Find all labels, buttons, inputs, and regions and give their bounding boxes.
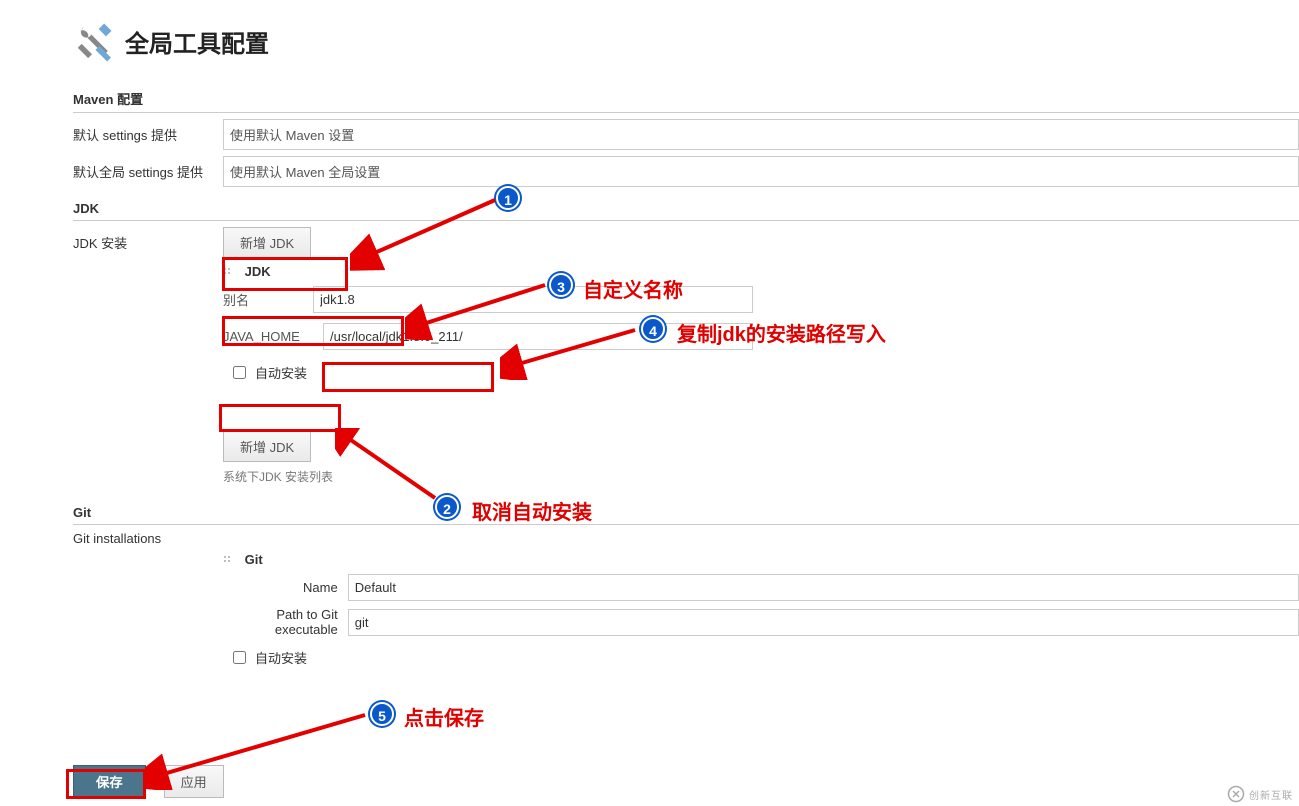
badge-1: 1	[496, 186, 520, 210]
git-installations-label: Git installations	[73, 531, 223, 546]
drag-handle-icon[interactable]	[223, 265, 233, 280]
badge-2: 2	[435, 495, 459, 519]
watermark: 创新互联	[1227, 785, 1293, 803]
section-maven-header: Maven 配置	[73, 85, 1299, 113]
maven-global-settings-label: 默认全局 settings 提供	[73, 162, 223, 181]
annot-box-auto-install	[219, 404, 341, 432]
badge-4: 4	[641, 317, 665, 341]
git-path-label: Path to Git executable	[223, 607, 348, 637]
annot-text-2: 取消自动安装	[472, 496, 592, 525]
save-button[interactable]: 保存	[73, 765, 146, 798]
git-path-input[interactable]	[348, 609, 1299, 636]
annot-text-5: 点击保存	[404, 702, 484, 731]
git-name-label: Name	[223, 580, 348, 595]
annot-text-3: 自定义名称	[583, 274, 683, 303]
jdk-list-hint: 系统下JDK 安装列表	[223, 468, 1299, 485]
git-entry-title: Git	[241, 552, 263, 567]
jdk-alias-label: 别名	[223, 290, 313, 309]
java-home-label: JAVA_HOME	[223, 329, 323, 344]
add-jdk-button-top[interactable]: 新增 JDK	[223, 227, 311, 258]
badge-3: 3	[549, 273, 573, 297]
jdk-install-label: JDK 安装	[73, 233, 223, 252]
drag-handle-icon[interactable]	[223, 553, 233, 568]
jdk-alias-input[interactable]	[313, 286, 753, 313]
maven-default-settings-label: 默认 settings 提供	[73, 125, 223, 144]
badge-5: 5	[370, 702, 394, 726]
annot-text-4: 复制jdk的安装路径写入	[677, 318, 886, 347]
git-auto-install-checkbox[interactable]	[233, 651, 246, 664]
jdk-auto-install-checkbox[interactable]	[233, 366, 246, 379]
page-title: 全局工具配置	[125, 24, 269, 59]
maven-global-settings-select[interactable]: 使用默认 Maven 全局设置	[223, 156, 1299, 187]
jdk-auto-install-label: 自动安装	[255, 363, 307, 382]
jdk-entry-title: JDK	[241, 264, 271, 279]
git-auto-install-label: 自动安装	[255, 648, 307, 667]
tools-icon	[73, 18, 117, 65]
add-jdk-button-bottom[interactable]: 新增 JDK	[223, 431, 311, 462]
maven-default-settings-select[interactable]: 使用默认 Maven 设置	[223, 119, 1299, 150]
apply-button[interactable]: 应用	[164, 765, 224, 798]
git-name-input[interactable]	[348, 574, 1299, 601]
section-jdk-header: JDK	[73, 197, 1299, 221]
section-git-header: Git	[73, 501, 1299, 525]
